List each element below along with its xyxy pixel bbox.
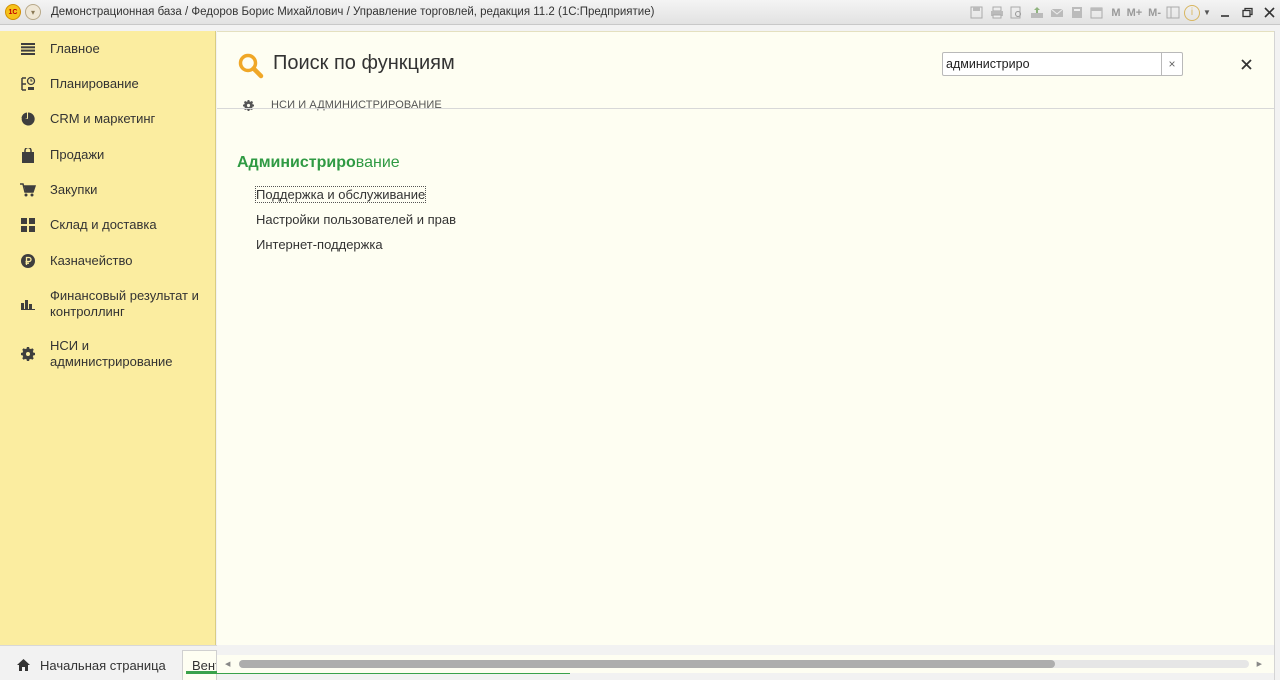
shopping-bag-icon [20, 147, 36, 163]
result-link-label: Интернет-поддержка [256, 237, 383, 252]
planning-icon [20, 76, 36, 92]
sidebar-item-planning[interactable]: Планирование [0, 76, 149, 92]
sidebar-item-crm[interactable]: CRM и маркетинг [0, 111, 165, 127]
panels-icon[interactable] [1164, 5, 1181, 21]
result-link-support[interactable]: Поддержка и обслуживание [254, 186, 456, 212]
menu-icon [20, 41, 36, 57]
window-close-button[interactable] [1258, 3, 1280, 23]
result-link-internet-support[interactable]: Интернет-поддержка [256, 237, 456, 262]
memory-minus-button[interactable]: M- [1148, 5, 1161, 21]
sidebar-item-label: Продажи [50, 147, 105, 162]
horizontal-scrollbar[interactable]: ◀ ▶ [217, 655, 1274, 673]
sidebar-item-label: НСИ и администрирование [50, 338, 173, 369]
sidebar-item-label: CRM и маркетинг [50, 111, 156, 126]
result-list: Поддержка и обслуживание Настройки польз… [254, 186, 456, 262]
title-toolbar: M M+ M- i ▼ [968, 0, 1280, 25]
bar-chart-icon [20, 296, 36, 312]
sidebar-item-label: Главное [50, 41, 100, 56]
result-title-match: Администриро [237, 154, 356, 171]
scroll-left-arrow-icon[interactable]: ◀ [225, 660, 230, 668]
sidebar-item-financial-result[interactable]: Финансовый результат и контроллинг [0, 288, 220, 320]
search-input[interactable] [942, 52, 1162, 76]
open-windows-bar: Начальная страница Вентаж [0, 645, 217, 680]
minimize-button[interactable] [1214, 3, 1236, 23]
pie-chart-icon [20, 111, 36, 127]
calendar-icon[interactable] [1088, 5, 1105, 21]
window-right-edge [1274, 31, 1280, 680]
mail-icon[interactable] [1048, 5, 1065, 21]
section-divider [217, 108, 1274, 109]
print-icon[interactable] [988, 5, 1005, 21]
gear-icon [20, 346, 36, 362]
memory-button[interactable]: M [1111, 5, 1120, 21]
info-dropdown-icon[interactable]: ▼ [1203, 5, 1211, 21]
sidebar-item-label: Склад и доставка [50, 217, 157, 232]
app-logo-icon[interactable]: 1С [5, 4, 21, 20]
section-label: НСИ И АДМИНИСТРИРОВАНИЕ [271, 99, 442, 111]
sidebar-item-label: Финансовый результат и контроллинг [50, 288, 199, 319]
sidebar-item-purchases[interactable]: Закупки [0, 182, 107, 198]
sidebar-item-label: Закупки [50, 182, 98, 197]
sidebar-item-label: Планирование [50, 76, 139, 91]
sections-sidebar: Главное Планирование CRM и маркетинг Про… [0, 31, 216, 645]
page-title: Поиск по функциям [273, 52, 455, 74]
main-menu-icon[interactable]: ▾ [25, 4, 41, 20]
scroll-thumb[interactable] [239, 660, 1055, 668]
save-icon[interactable] [968, 5, 985, 21]
home-icon [15, 657, 31, 673]
info-icon[interactable]: i [1184, 4, 1200, 21]
function-search-panel: Поиск по функциям × НСИ И АДМИНИСТРИРОВА… [217, 31, 1274, 645]
sidebar-item-main[interactable]: Главное [0, 41, 110, 57]
upload-icon[interactable] [1028, 5, 1045, 21]
warehouse-grid-icon [20, 217, 36, 233]
sidebar-item-warehouse[interactable]: Склад и доставка [0, 217, 167, 233]
result-link-label: Поддержка и обслуживание [254, 186, 427, 203]
memory-plus-button[interactable]: M+ [1127, 5, 1143, 21]
sidebar-item-treasury[interactable]: Казначейство [0, 253, 142, 269]
scroll-right-arrow-icon[interactable]: ▶ [1257, 660, 1262, 668]
clear-search-button[interactable]: × [1161, 52, 1183, 76]
gear-icon [241, 98, 255, 112]
cart-icon [20, 182, 36, 198]
sidebar-item-nsi-administration[interactable]: НСИ и администрирование [0, 338, 200, 370]
result-link-label: Настройки пользователей и прав [256, 212, 457, 227]
window-title: Демонстрационная база / Федоров Борис Ми… [51, 6, 655, 18]
result-group-title[interactable]: Администрирование [237, 154, 400, 172]
sidebar-item-label: Казначейство [50, 253, 133, 268]
ruble-coin-icon [20, 253, 36, 269]
title-bar: 1С ▾ Демонстрационная база / Федоров Бор… [0, 0, 1280, 25]
scroll-track[interactable] [239, 660, 1249, 668]
calculator-icon[interactable] [1068, 5, 1085, 21]
sidebar-item-sales[interactable]: Продажи [0, 147, 114, 163]
close-panel-button[interactable] [1236, 54, 1256, 74]
result-title-rest: вание [355, 154, 400, 171]
search-icon [237, 52, 265, 80]
result-link-user-settings[interactable]: Настройки пользователей и прав [256, 212, 456, 237]
preview-icon[interactable] [1008, 5, 1025, 21]
open-window-tab[interactable]: Вентаж [182, 650, 217, 680]
restore-button[interactable] [1236, 3, 1258, 23]
home-page-tab[interactable]: Начальная страница [5, 650, 181, 680]
home-tab-label: Начальная страница [40, 657, 166, 673]
